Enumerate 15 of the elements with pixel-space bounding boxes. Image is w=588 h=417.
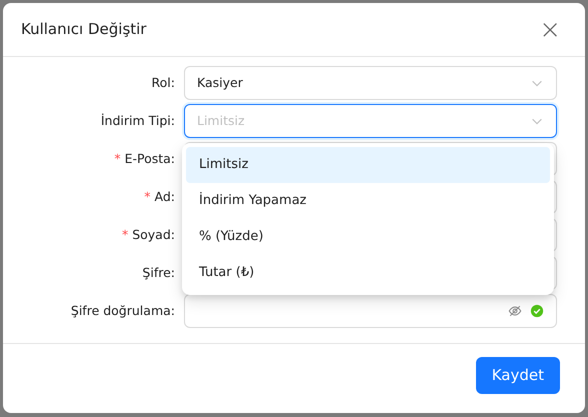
field-label: Rol: — [150, 74, 175, 92]
dropdown-option[interactable]: Limitsiz — [186, 147, 550, 183]
dropdown-option[interactable]: İndirim Yapamaz — [186, 183, 550, 219]
field-label: * Soyad: — [120, 226, 175, 244]
field-label: * Ad: — [143, 188, 175, 206]
dropdown-option[interactable]: Tutar (₺) — [186, 255, 550, 291]
field-label: Şifre doğrulama: — [70, 302, 175, 320]
field-label: * E-Posta: — [113, 150, 175, 168]
select-field[interactable]: Kasiyer — [184, 66, 557, 100]
field-label: Şifre: — [141, 264, 175, 282]
dropdown-option[interactable]: % (Yüzde) — [186, 219, 550, 255]
field-label: İndirim Tipi: — [100, 112, 175, 130]
close-button[interactable]: × — [535, 16, 565, 42]
dialog-title: Kullanıcı Değiştir — [21, 19, 146, 40]
save-button[interactable]: Kaydet — [476, 357, 560, 394]
